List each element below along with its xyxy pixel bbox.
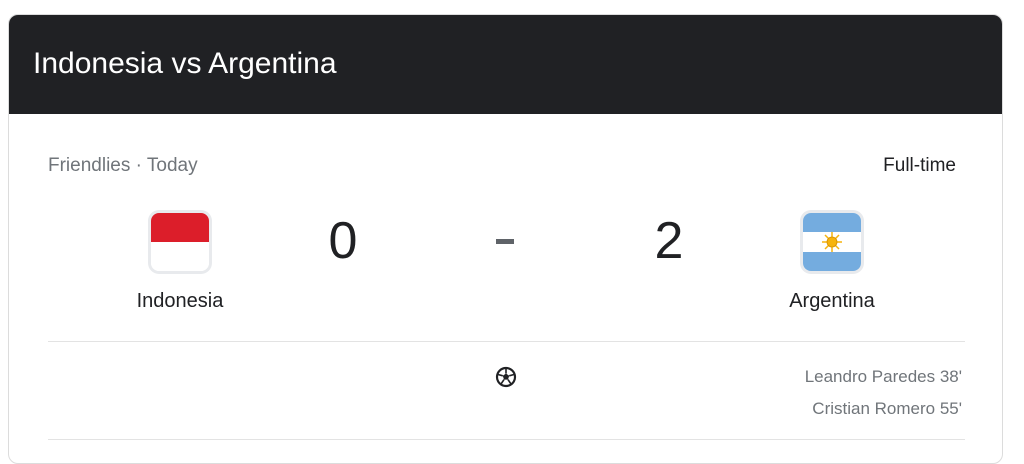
goal-scorer: Leandro Paredes 38' xyxy=(804,367,962,386)
divider xyxy=(48,439,965,440)
sun-of-may-icon xyxy=(822,232,842,252)
home-score: 0 xyxy=(328,212,358,270)
score-separator xyxy=(496,239,514,244)
competition-date: Friendlies · Today xyxy=(48,155,198,176)
match-card: Indonesia vs Argentina Friendlies · Toda… xyxy=(8,14,1003,464)
match-status: Full-time xyxy=(883,155,956,176)
goal-scorer: Cristian Romero 55' xyxy=(812,399,962,418)
divider xyxy=(48,341,965,342)
match-header: Indonesia vs Argentina xyxy=(9,15,1002,114)
soccer-ball-icon xyxy=(495,366,517,388)
argentina-flag-icon[interactable] xyxy=(803,213,861,271)
indonesia-flag-icon[interactable] xyxy=(151,213,209,271)
match-title: Indonesia vs Argentina xyxy=(33,47,337,80)
home-team-name[interactable]: Indonesia xyxy=(90,290,270,313)
away-score: 2 xyxy=(654,212,684,270)
away-team-name[interactable]: Argentina xyxy=(742,290,922,313)
